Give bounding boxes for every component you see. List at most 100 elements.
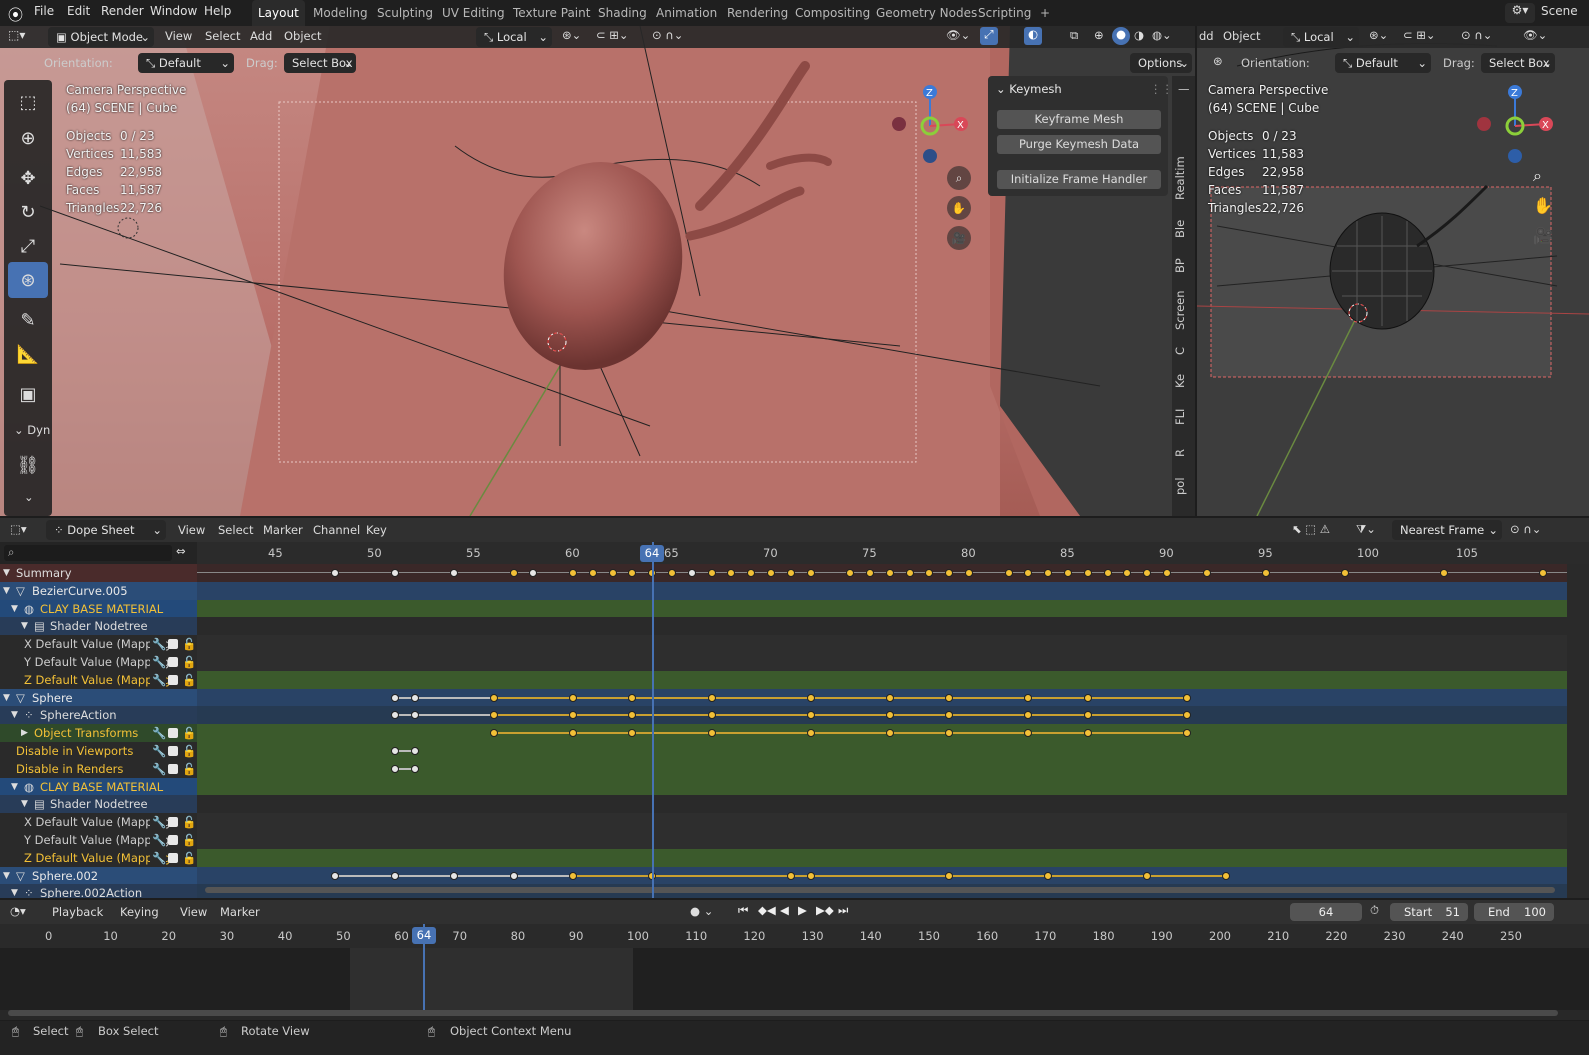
keyframe-lane[interactable] — [197, 724, 1567, 743]
keyframe-selected[interactable] — [569, 693, 577, 702]
visibility-icon[interactable]: 👁⌄ — [1523, 28, 1547, 42]
timeline-track-area[interactable] — [0, 948, 1589, 1010]
dopesheet-menu-select[interactable]: Select — [218, 523, 253, 537]
channel-enable-checkbox[interactable] — [168, 657, 178, 667]
options-dropdown[interactable]: Options ⌄ — [1130, 53, 1192, 73]
proportional-edit-icon[interactable]: ⊙ ∩⌄ — [1510, 522, 1541, 536]
add-workspace-icon[interactable]: + — [1034, 0, 1056, 26]
keyframe-selected[interactable] — [1182, 693, 1191, 702]
expand-arrow-icon[interactable]: ▼ — [21, 617, 28, 635]
keyframe[interactable] — [450, 871, 459, 880]
tab-layout[interactable]: Layout — [252, 0, 305, 26]
keyframe-selected[interactable] — [747, 569, 756, 577]
channel-enable-checkbox[interactable] — [168, 674, 178, 685]
keyframe-selected[interactable] — [1539, 569, 1548, 577]
keyframe-selected[interactable] — [1024, 693, 1033, 702]
channel-row[interactable]: X Default Value (Mapping 🔧 🔓 — [0, 635, 197, 654]
keyframe-selected[interactable] — [885, 711, 894, 720]
expand-arrow-icon[interactable]: ▼ — [11, 778, 18, 796]
end-frame-field[interactable]: End 100 — [1474, 903, 1554, 921]
keyframe[interactable] — [390, 693, 399, 702]
stopwatch-icon[interactable]: ⏱ — [1370, 903, 1379, 918]
keyframe-selected[interactable] — [806, 693, 815, 702]
menu-window[interactable]: Window — [150, 4, 197, 18]
collapse-channels-icon[interactable]: ⇔ — [176, 544, 186, 558]
visibility-icon[interactable]: 👁⌄ — [946, 28, 970, 42]
keyframe-selected[interactable] — [569, 729, 577, 738]
select-box-tool-icon[interactable]: ⬚ — [8, 84, 48, 120]
sidebar-tab-ble[interactable]: Ble — [1173, 216, 1195, 242]
viewport-menu-add[interactable]: Add — [250, 29, 272, 43]
keyframe[interactable] — [390, 569, 399, 577]
keyframe-lane[interactable] — [197, 813, 1567, 832]
keyframe[interactable] — [450, 569, 459, 577]
move-tool-icon[interactable]: ✥ — [8, 160, 48, 196]
keyframe-selected[interactable] — [489, 693, 498, 702]
keyframe-lane[interactable] — [197, 777, 1567, 796]
lock-icon[interactable]: 🔓 — [182, 849, 196, 867]
channel-search-input[interactable]: ⌕ — [4, 545, 172, 561]
gizmo-toggle-icon[interactable]: ⤢ — [980, 27, 998, 45]
keyframe-selected[interactable] — [727, 569, 736, 577]
expand-arrow-icon[interactable]: ▼ — [3, 582, 10, 600]
expand-arrow-icon[interactable]: ▼ — [3, 689, 10, 707]
expand-arrow-icon[interactable]: ▼ — [3, 564, 10, 582]
expand-arrow-icon[interactable]: ▶ — [21, 724, 28, 742]
keyframe-lane[interactable] — [197, 706, 1567, 725]
sidebar-tab-pol[interactable]: pol — [1173, 472, 1195, 500]
keyframe-selected[interactable] — [786, 871, 795, 880]
pan-hand-icon[interactable]: ✋ — [1533, 196, 1553, 215]
add-cube-tool-icon[interactable]: ▣ — [8, 376, 48, 412]
wrench-icon[interactable]: 🔧 — [150, 759, 167, 778]
keyframe-selected[interactable] — [1143, 569, 1152, 577]
keymesh-panel-header[interactable]: ⌄ Keymesh — [996, 82, 1062, 96]
keyframe-selected[interactable] — [707, 729, 716, 738]
scale-tool-icon[interactable]: ⤢ — [8, 228, 48, 264]
timeline-playhead-badge[interactable]: 64 — [412, 927, 436, 944]
timeline-menu-keying[interactable]: Keying — [120, 905, 159, 919]
dopesheet-menu-marker[interactable]: Marker — [263, 523, 303, 537]
channel-enable-checkbox[interactable] — [168, 728, 178, 739]
keyframe[interactable] — [410, 693, 419, 702]
purge-keymesh-data-button[interactable]: Purge Keymesh Data — [997, 135, 1161, 154]
menu-render[interactable]: Render — [101, 4, 144, 18]
keyframe-selected[interactable] — [905, 569, 914, 577]
channel-enable-checkbox[interactable] — [168, 746, 178, 756]
zoom-icon[interactable]: ⌕ — [1533, 166, 1542, 186]
keyframe-selected[interactable] — [1182, 729, 1191, 738]
sidebar-tab-r[interactable]: R — [1173, 444, 1195, 462]
keyframe[interactable] — [410, 747, 419, 755]
keyframe-selected[interactable] — [1083, 569, 1092, 577]
jump-start-icon[interactable]: ⏮ — [738, 903, 748, 918]
keyframe-selected[interactable] — [569, 711, 577, 720]
channel-row[interactable]: ▼ Summary — [0, 564, 197, 582]
keyframe-selected[interactable] — [1182, 711, 1191, 720]
channel-row[interactable]: ▶ Object Transforms 🔧 🔓 — [0, 724, 197, 743]
channel-row[interactable]: ▼ ◍ CLAY BASE MATERIAL — [0, 599, 197, 618]
keyframe[interactable] — [390, 871, 399, 880]
wrench-icon[interactable]: 🔧 — [150, 813, 167, 832]
sidebar-tab-screen[interactable]: Screen — [1173, 288, 1195, 332]
keyframe-selected[interactable] — [1222, 871, 1231, 880]
tab-shading[interactable]: Shading — [592, 0, 653, 26]
keyframe-selected[interactable] — [1004, 569, 1013, 577]
keyframe-selected[interactable] — [885, 729, 894, 738]
keyframe-selected[interactable] — [945, 871, 954, 880]
timeline-ruler[interactable]: 0 10 20 30 40 50 60 70 80 90 100 110 120 130 140 150 160… — [0, 924, 1589, 948]
transform-orientation-dropdown[interactable]: ⤡ Local ⌄ — [476, 27, 552, 47]
keyframe[interactable] — [410, 764, 419, 773]
filter-icon[interactable]: ⧩⌄ — [1356, 522, 1376, 537]
keyframe[interactable] — [410, 711, 419, 720]
channel-row[interactable]: ▼ ⁘ Sphere.002Action — [0, 884, 197, 898]
keyframe-selected[interactable] — [945, 711, 954, 720]
keyframe-selected[interactable] — [945, 569, 954, 577]
keyframe-selected[interactable] — [846, 569, 855, 577]
dyn-tool-icon[interactable]: ⛓ — [8, 450, 48, 480]
sidebar-tab-bp[interactable]: BP — [1173, 254, 1195, 278]
keyframe-selected[interactable] — [885, 569, 894, 577]
keyframe-lane[interactable] — [197, 688, 1567, 707]
zoom-icon[interactable]: ⌕ — [947, 166, 971, 190]
timeline-menu-view[interactable]: View — [180, 905, 207, 919]
keyframe-selected[interactable] — [707, 569, 716, 577]
measure-tool-icon[interactable]: 📐 — [8, 336, 48, 372]
